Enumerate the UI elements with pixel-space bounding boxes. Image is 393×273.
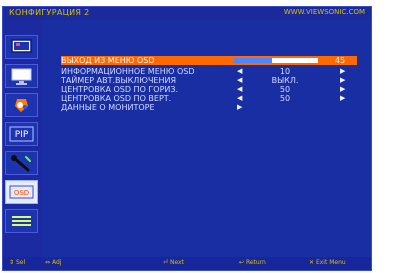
menu-item-label: ТАЙМЕР АВТ.ВЫКЛЮЧЕНИЯ [61,76,177,85]
hint-adj: ⇔ Adj [45,259,61,266]
osd-timeout-progress-bar[interactable] [234,58,318,63]
sleep-timer-value: ВЫКЛ. [271,76,299,85]
menu-item-info-osd[interactable]: ИНФОРМАЦИОННОЕ МЕНЮ OSD ◀ 10 ▶ [61,67,357,76]
arrow-right-icon[interactable]: ▶ [340,85,345,94]
menu-item-label: ИНФОРМАЦИОННОЕ МЕНЮ OSD [61,67,195,76]
pip-tab-label: PIP [15,130,29,140]
menu-item-label: ЦЕНТРОВКА OSD ПО ГОРИЗ. [61,85,179,94]
pip-tab-icon: PIP [9,126,34,142]
osd-timeout-progress-fill [234,58,272,63]
info-osd-value: 10 [279,67,291,76]
osd-timeout-value: 45 [334,56,346,65]
menu-item-label: ВЫХОД ИЗ МЕНЮ OSD [61,56,155,65]
brand-url: WWW.VIEWSONIC.COM [283,8,365,16]
osd-header: КОНФИГУРАЦИЯ 2 WWW.VIEWSONIC.COM [3,7,371,20]
return-key-icon: ↩ [239,259,245,266]
sidebar-item-config[interactable] [5,209,38,233]
color-tab-icon [15,99,28,112]
exit-key-icon: ✕ [309,259,315,266]
osd-footer: ⇕ Sel ⇔ Adj ⏎ Next ↩ Return ✕ Exit Menu [3,257,371,270]
arrow-right-icon[interactable]: ▶ [340,94,345,103]
arrow-left-icon[interactable]: ◀ [237,76,242,85]
arrow-left-icon[interactable]: ◀ [237,85,242,94]
sidebar-item-screen[interactable] [5,64,38,88]
osd-tab-icon: OSD [9,185,34,199]
arrow-left-icon[interactable]: ◀ [237,94,242,103]
menu-item-monitor-info[interactable]: ДАННЫЕ О МОНИТОРЕ ▶ [61,103,357,112]
hint-sel: ⇕ Sel [9,259,25,266]
menu-item-osd-v-position[interactable]: ЦЕНТРОВКА OSD ПО ВЕРТ. ◀ 50 ▶ [61,94,357,103]
osd-title: КОНФИГУРАЦИЯ 2 [9,8,90,17]
osd-tab-label: OSD [14,189,29,197]
submenu-arrow-icon[interactable]: ▶ [237,103,242,112]
osd-h-position-value: 50 [279,85,291,94]
osd-window: КОНФИГУРАЦИЯ 2 WWW.VIEWSONIC.COM PIP OSD… [2,6,372,271]
arrow-left-icon[interactable]: ◀ [237,67,242,76]
hint-return: ↩ Return [239,259,266,266]
hint-next-text: Next [169,259,184,266]
up-down-arrow-icon: ⇕ [9,259,15,266]
hint-adj-text: Adj [51,259,62,266]
left-right-arrow-icon: ⇔ [45,259,51,266]
menu-item-sleep-timer[interactable]: ТАЙМЕР АВТ.ВЫКЛЮЧЕНИЯ ◀ ВЫКЛ. ▶ [61,76,357,85]
enter-key-icon: ⏎ [163,259,169,266]
hint-sel-text: Sel [15,259,26,266]
hint-exit: ✕ Exit Menu [309,259,346,266]
hint-next: ⏎ Next [163,259,184,266]
menu-item-osd-timeout[interactable]: ВЫХОД ИЗ МЕНЮ OSD 45 [61,56,357,65]
menu-item-label: ДАННЫЕ О МОНИТОРЕ [61,103,155,112]
screen: КОНФИГУРАЦИЯ 2 WWW.VIEWSONIC.COM PIP OSD… [0,0,393,273]
list-tab-icon [12,216,31,226]
arrow-right-icon[interactable]: ▶ [340,76,345,85]
hint-return-text: Return [245,259,266,266]
menu-item-label: ЦЕНТРОВКА OSD ПО ВЕРТ. [61,94,172,103]
picture-tab-icon [11,39,32,53]
sidebar-item-color[interactable] [5,93,38,117]
sidebar-item-pip[interactable]: PIP [5,122,38,146]
menu-item-osd-h-position[interactable]: ЦЕНТРОВКА OSD ПО ГОРИЗ. ◀ 50 ▶ [61,85,357,94]
osd-v-position-value: 50 [279,94,291,103]
wrench-tab-icon [11,155,31,172]
sidebar-item-osd[interactable]: OSD [5,180,38,204]
arrow-right-icon[interactable]: ▶ [340,67,345,76]
sidebar-item-setup[interactable] [5,151,38,175]
sidebar-item-picture[interactable] [5,35,38,59]
hint-exit-text: Exit Menu [315,259,346,266]
monitor-tab-icon [11,68,32,85]
